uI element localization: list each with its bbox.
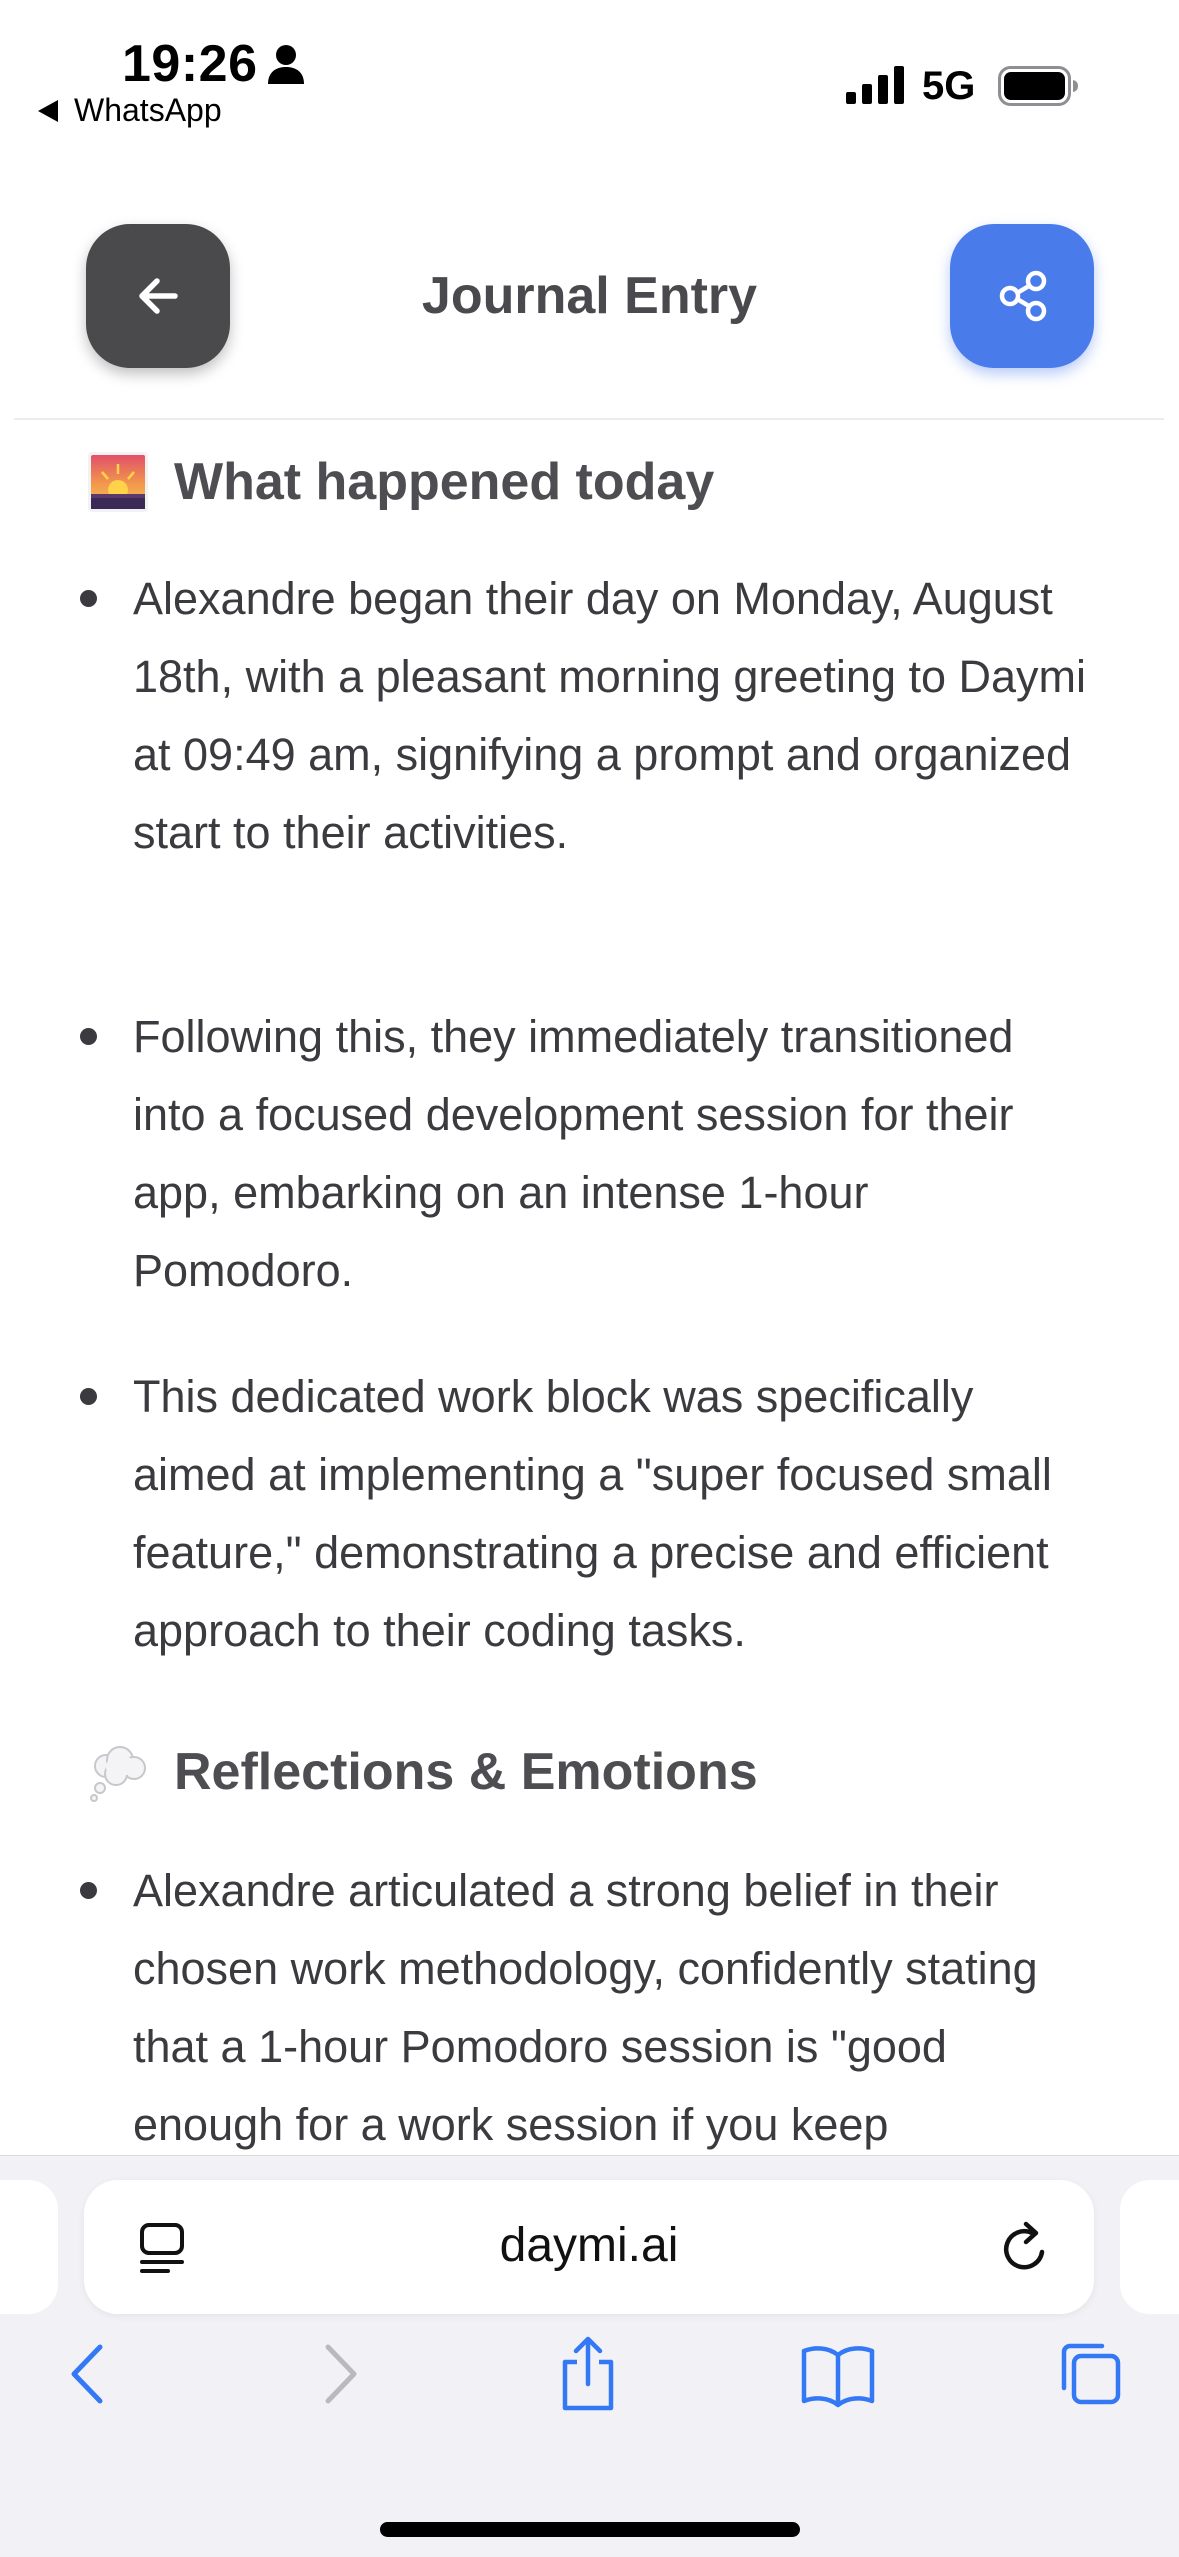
bullet-dot — [80, 1882, 97, 1899]
next-tab-peek[interactable] — [1120, 2180, 1179, 2314]
bullet-dot — [80, 1388, 97, 1405]
journal-content[interactable]: What happened today Alexandre began thei… — [0, 420, 1179, 2155]
person-icon — [268, 45, 304, 84]
bookmarks-button[interactable] — [798, 2334, 878, 2414]
list-item-text: Alexandre articulated a strong belief in… — [133, 1865, 1038, 2150]
url-text: daymi.ai — [499, 2219, 679, 2272]
list-item-text: Following this, they immediately transit… — [133, 1011, 1014, 1296]
share-icon — [999, 270, 1047, 322]
bullet-dot — [80, 1028, 97, 1045]
list-item-text: Alexandre began their day on Monday, Aug… — [133, 573, 1087, 858]
book-icon — [801, 2346, 875, 2408]
reload-icon[interactable] — [998, 2218, 1054, 2276]
status-time: 19:26 — [122, 35, 258, 93]
section-heading-reflections: Reflections & Emotions — [86, 1740, 758, 1804]
share-button[interactable] — [950, 224, 1094, 368]
browser-toolbar: daymi.ai — [0, 2155, 1179, 2557]
chevron-left-icon — [71, 2344, 103, 2404]
thought-balloon-icon — [90, 1746, 146, 1802]
back-to-app-link[interactable]: WhatsApp — [38, 92, 222, 129]
cellular-signal-icon — [846, 66, 904, 104]
share-upload-icon — [562, 2336, 614, 2411]
battery-icon — [998, 66, 1078, 106]
status-bar: 19:26 WhatsApp 5G — [0, 0, 1179, 150]
sunrise-icon — [88, 452, 148, 512]
share-page-button[interactable] — [548, 2334, 628, 2414]
address-bar[interactable]: daymi.ai — [84, 2180, 1094, 2314]
list-item-text: This dedicated work block was specifical… — [133, 1371, 1052, 1656]
section-heading-what-happened: What happened today — [86, 450, 714, 514]
tabs-button[interactable] — [1048, 2334, 1128, 2414]
network-type: 5G — [922, 64, 976, 108]
home-indicator[interactable] — [380, 2522, 800, 2537]
browser-back-button[interactable] — [48, 2334, 128, 2414]
chevron-right-icon — [325, 2344, 357, 2404]
bullet-dot — [80, 590, 97, 607]
section-heading-text: Reflections & Emotions — [174, 1743, 758, 1801]
browser-forward-button[interactable] — [300, 2334, 380, 2414]
app-header: Journal Entry — [0, 150, 1179, 420]
back-triangle-icon — [38, 99, 58, 122]
back-app-label: WhatsApp — [74, 92, 222, 128]
previous-tab-peek[interactable] — [0, 2180, 58, 2314]
section-heading-text: What happened today — [174, 453, 715, 511]
tabs-icon — [1061, 2343, 1121, 2405]
